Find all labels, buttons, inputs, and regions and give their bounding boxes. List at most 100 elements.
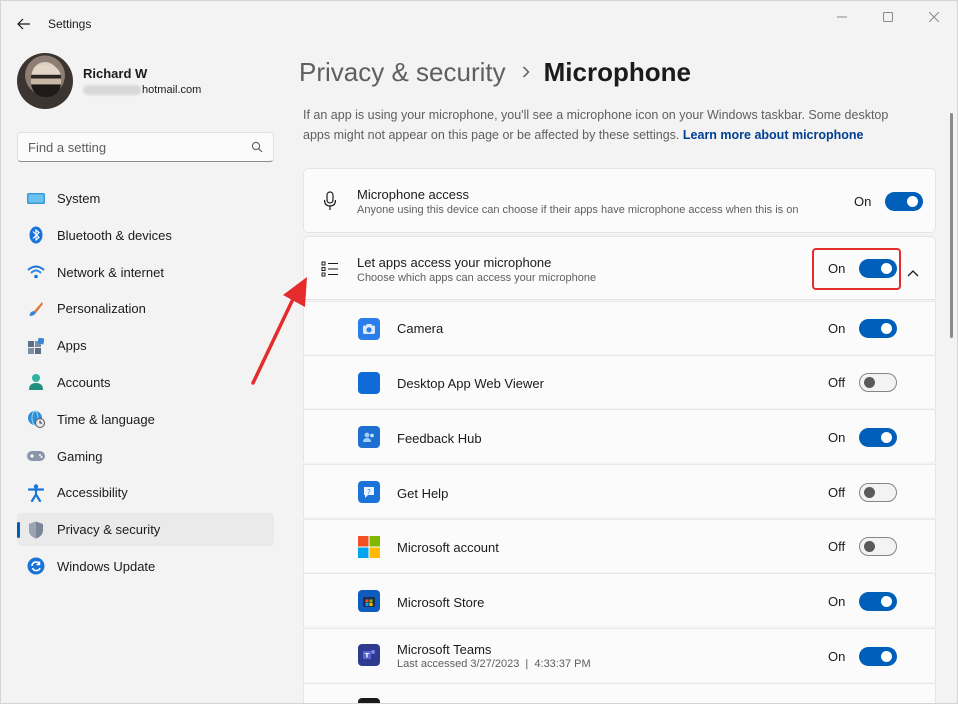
settings-window: Settings Richard W hotmail.com Find a se… bbox=[0, 0, 958, 704]
search-input[interactable] bbox=[28, 139, 251, 155]
webviewer-app-icon bbox=[358, 372, 380, 394]
microsoft-teams-toggle[interactable] bbox=[859, 647, 897, 666]
profile-name: Richard W bbox=[83, 66, 148, 81]
sidebar-item-personalization[interactable]: Personalization bbox=[17, 292, 274, 325]
apps-icon bbox=[27, 337, 45, 355]
maximize-icon bbox=[883, 12, 893, 22]
back-arrow-icon bbox=[17, 18, 30, 30]
microphone-access-title: Microphone access bbox=[357, 187, 469, 202]
microsoft-store-toggle[interactable] bbox=[859, 592, 897, 611]
microphone-access-subtitle: Anyone using this device can choose if t… bbox=[357, 204, 799, 216]
sidebar-item-label: Accessibility bbox=[57, 485, 128, 501]
teams-app-icon: T bbox=[358, 644, 380, 666]
sidebar-item-network[interactable]: Network & internet bbox=[17, 256, 274, 289]
app-toggle-state: Off bbox=[828, 375, 846, 390]
app-toggle-state: On bbox=[828, 321, 846, 336]
app-toggle-state: On bbox=[828, 430, 846, 445]
sidebar-item-label: Accounts bbox=[57, 374, 111, 390]
app-row-camera: Camera On bbox=[303, 301, 936, 354]
get-help-toggle[interactable] bbox=[859, 483, 897, 502]
sidebar-item-system[interactable]: System bbox=[17, 182, 274, 215]
avatar bbox=[17, 53, 73, 109]
app-name: Get Help bbox=[397, 486, 449, 501]
svg-text:T: T bbox=[365, 651, 370, 659]
user-profile[interactable]: Richard W hotmail.com bbox=[17, 53, 201, 109]
sidebar-item-label: Time & language bbox=[57, 411, 155, 427]
microphone-access-toggle[interactable] bbox=[885, 192, 923, 211]
profile-email: hotmail.com bbox=[83, 84, 201, 96]
chevron-up-icon[interactable] bbox=[907, 264, 921, 277]
chevron-right-icon bbox=[522, 66, 530, 78]
store-app-icon bbox=[358, 590, 380, 612]
microsoft-account-toggle[interactable] bbox=[859, 537, 897, 556]
app-toggle-state: Off bbox=[828, 539, 846, 554]
app-row-desktop-app-web-viewer: Desktop App Web Viewer Off bbox=[303, 355, 936, 408]
sidebar-item-label: Bluetooth & devices bbox=[57, 227, 172, 243]
app-toggle-state: Off bbox=[828, 485, 846, 500]
gamepad-icon bbox=[27, 447, 45, 465]
camera-toggle[interactable] bbox=[859, 319, 897, 338]
feedback-hub-toggle[interactable] bbox=[859, 428, 897, 447]
shield-icon bbox=[27, 521, 45, 539]
minimize-button[interactable] bbox=[819, 1, 865, 33]
app-name: Camera bbox=[397, 321, 444, 336]
scrollbar[interactable] bbox=[950, 113, 953, 338]
profile-email-domain: hotmail.com bbox=[142, 84, 202, 96]
app-row-microsoft-store: Microsoft Store On bbox=[303, 573, 936, 626]
wifi-icon bbox=[27, 263, 45, 281]
sidebar-item-accessibility[interactable]: Accessibility bbox=[17, 476, 274, 509]
sidebar-item-bluetooth[interactable]: Bluetooth & devices bbox=[17, 219, 274, 252]
let-apps-access-toggle[interactable] bbox=[859, 259, 897, 278]
accessibility-icon bbox=[27, 484, 45, 502]
close-icon bbox=[929, 12, 939, 22]
sidebar-item-label: System bbox=[57, 191, 101, 206]
sidebar-nav: System Bluetooth & devices Network & int… bbox=[17, 182, 274, 587]
minimize-icon bbox=[837, 16, 847, 18]
let-apps-access-subtitle: Choose which apps can access your microp… bbox=[357, 272, 597, 284]
sidebar-item-label: Privacy & security bbox=[57, 522, 161, 538]
sidebar-item-label: Windows Update bbox=[57, 558, 156, 574]
title-bar: Settings bbox=[1, 1, 957, 47]
sidebar-item-windows-update[interactable]: Windows Update bbox=[17, 550, 274, 583]
app-row-feedback-hub: Feedback Hub On bbox=[303, 409, 936, 462]
sidebar-item-accounts[interactable]: Accounts bbox=[17, 366, 274, 399]
accounts-icon bbox=[27, 373, 45, 391]
app-row-get-help: ? Get Help Off bbox=[303, 464, 936, 517]
svg-text:?: ? bbox=[367, 488, 371, 496]
app-toggle-state: On bbox=[828, 594, 846, 609]
camera-app-icon bbox=[358, 318, 380, 340]
back-button[interactable] bbox=[13, 13, 35, 35]
desktop-app-web-viewer-toggle[interactable] bbox=[859, 373, 897, 392]
microsoft-logo-icon bbox=[358, 536, 380, 558]
app-row-microsoft-account: Microsoft account Off bbox=[303, 519, 936, 572]
window-controls bbox=[819, 1, 957, 33]
get-help-app-icon: ? bbox=[358, 481, 380, 503]
app-name: Microsoft account bbox=[397, 540, 499, 555]
breadcrumb: Privacy & security Microphone bbox=[299, 55, 691, 89]
microphone-access-card: Microphone access Anyone using this devi… bbox=[303, 168, 936, 233]
system-icon bbox=[27, 190, 45, 208]
sidebar-item-time-language[interactable]: Time & language bbox=[17, 403, 274, 436]
learn-more-link[interactable]: Learn more about microphone bbox=[683, 128, 864, 142]
let-apps-access-state: On bbox=[828, 261, 846, 276]
sidebar-item-label: Apps bbox=[57, 338, 87, 354]
sidebar-item-label: Network & internet bbox=[57, 264, 164, 280]
search-icon bbox=[251, 141, 263, 153]
app-name: Microsoft Store bbox=[397, 595, 485, 610]
maximize-button[interactable] bbox=[865, 1, 911, 33]
sidebar-item-apps[interactable]: Apps bbox=[17, 329, 274, 362]
feedback-hub-app-icon bbox=[358, 426, 380, 448]
let-apps-access-title: Let apps access your microphone bbox=[357, 255, 552, 270]
sidebar-item-privacy-security[interactable]: Privacy & security bbox=[17, 513, 274, 547]
brush-icon bbox=[27, 300, 45, 318]
close-button[interactable] bbox=[911, 1, 957, 33]
bluetooth-icon bbox=[27, 226, 45, 244]
search-box[interactable] bbox=[17, 132, 274, 162]
microphone-access-state: On bbox=[854, 194, 872, 209]
breadcrumb-parent[interactable]: Privacy & security bbox=[299, 57, 506, 88]
sidebar-item-label: Personalization bbox=[57, 301, 146, 317]
app-last-accessed: Last accessed 3/27/2023 | 4:33:37 PM bbox=[397, 658, 591, 670]
sidebar-item-gaming[interactable]: Gaming bbox=[17, 440, 274, 473]
app-icon-partial bbox=[358, 698, 380, 703]
let-apps-access-card: Let apps access your microphone Choose w… bbox=[303, 236, 936, 300]
